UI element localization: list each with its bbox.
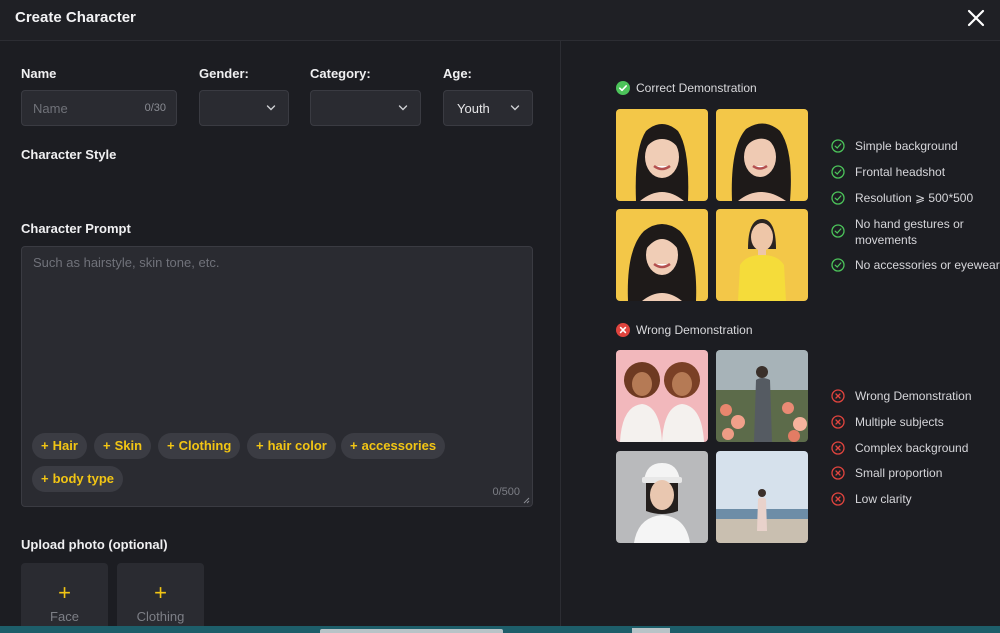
character-prompt-label: Character Prompt [21,221,131,236]
x-circle-outline-icon [831,415,845,429]
check-circle-icon [616,81,630,95]
upload-clothing-button[interactable]: + Clothing [117,563,204,633]
chip-hair-color[interactable]: + hair color [247,433,336,459]
correct-criterion: No hand gestures or movements [831,216,976,248]
prompt-textarea[interactable] [22,247,532,427]
resize-handle-icon[interactable] [523,497,530,504]
plus-icon: + [256,438,264,453]
x-circle-outline-icon [831,389,845,403]
wrong-criterion: Low clarity [831,491,1000,507]
gender-select[interactable] [199,90,289,126]
x-circle-outline-icon [831,492,845,506]
taskbar-strip [0,626,1000,633]
check-circle-outline-icon [831,191,845,205]
wrong-criterion: Wrong Demonstration [831,388,1000,404]
wrong-photo [716,451,808,543]
chip-body-type[interactable]: + body type [32,466,123,492]
dialog-title: Create Character [15,9,136,26]
upload-photo-label: Upload photo (optional) [21,537,168,552]
chip-hair[interactable]: + Hair [32,433,87,459]
plus-icon: + [167,438,175,453]
plus-icon: + [154,580,167,605]
plus-icon: + [41,471,49,486]
category-label: Category: [310,66,371,81]
correct-photo [716,209,808,301]
wrong-photo [616,451,708,543]
taskbar-item [632,628,670,633]
name-label: Name [21,66,57,81]
correct-photo [716,109,808,201]
chevron-down-icon [510,105,520,111]
gender-label: Gender: [199,66,249,81]
demonstration-panel: Correct Demonstration Simple background … [561,41,1000,626]
wrong-demonstration-heading: Wrong Demonstration [616,323,816,339]
plus-icon: + [58,580,71,605]
category-select[interactable] [310,90,421,126]
chevron-down-icon [266,105,276,111]
check-circle-outline-icon [831,165,845,179]
name-field[interactable]: 0/30 [21,90,177,126]
correct-criterion: Frontal headshot [831,164,1000,180]
x-circle-outline-icon [831,466,845,480]
upload-face-button[interactable]: + Face [21,563,108,633]
age-label: Age: [443,66,472,81]
correct-criterion: Resolution ⩾ 500*500 [831,190,1000,206]
chevron-down-icon [398,105,408,111]
prompt-field[interactable]: +Hair +Skin +Clothing +hair color +acces… [21,246,533,507]
taskbar-item [320,629,503,633]
age-select-value: Youth [457,101,490,116]
check-circle-outline-icon [831,224,845,238]
plus-icon: + [350,438,358,453]
prompt-counter: 0/500 [492,486,520,498]
plus-icon: + [103,438,111,453]
form-panel: Name Gender: Category: Age: 0/30 Youth C… [0,41,561,633]
dialog-header: Create Character [0,0,1000,41]
wrong-criterion: Multiple subjects [831,414,1000,430]
correct-criterion: No accessories or eyewear [831,257,1000,273]
x-circle-icon [616,323,630,337]
upload-clothing-label: Clothing [136,609,185,624]
wrong-photo [716,350,808,442]
wrong-photo [616,350,708,442]
correct-photo [616,209,708,301]
correct-criterion: Simple background [831,138,1000,154]
character-style-label: Character Style [21,147,117,162]
chip-skin[interactable]: + Skin [94,433,152,459]
close-icon[interactable] [964,6,988,30]
age-select[interactable]: Youth [443,90,533,126]
chip-accessories[interactable]: + accessories [341,433,446,459]
x-circle-outline-icon [831,441,845,455]
check-circle-outline-icon [831,258,845,272]
wrong-criterion: Small proportion [831,465,1000,481]
chip-clothing[interactable]: + Clothing [158,433,241,459]
plus-icon: + [41,438,49,453]
upload-face-label: Face [50,609,79,624]
correct-photo [616,109,708,201]
wrong-criterion: Complex background [831,440,1000,456]
check-circle-outline-icon [831,139,845,153]
correct-demonstration-heading: Correct Demonstration [616,81,816,97]
name-counter: 0/30 [144,102,166,114]
